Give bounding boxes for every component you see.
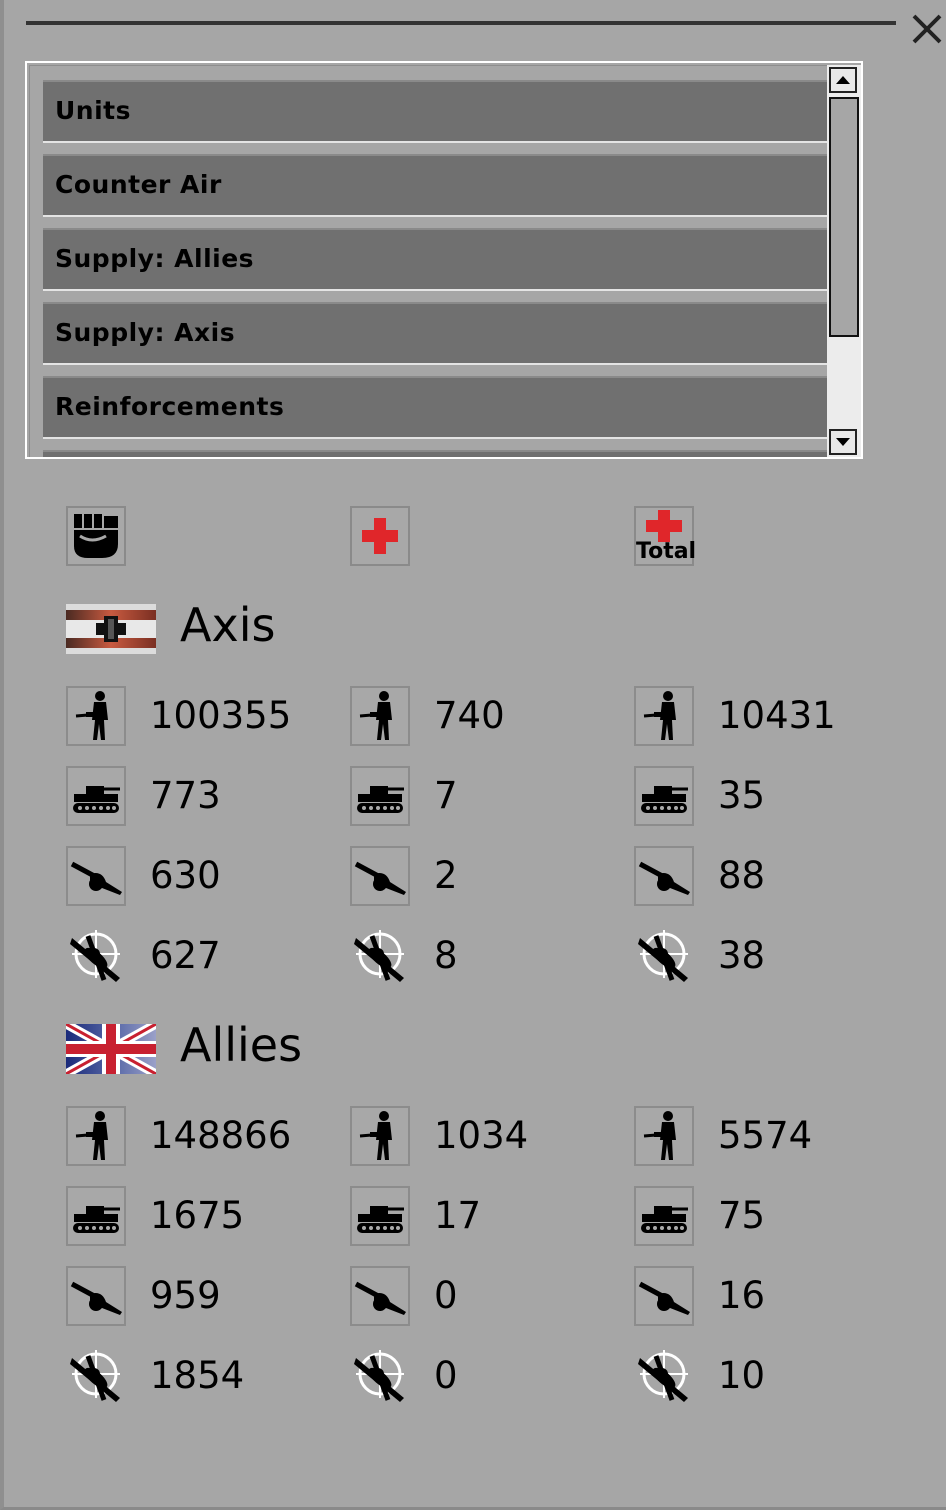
aircraft-icon <box>66 1346 126 1406</box>
tank-icon <box>350 1186 410 1246</box>
list-item-supply-allies[interactable]: Supply: Allies <box>43 228 829 291</box>
allies-tank-value-col1: 1675 <box>150 1194 245 1237</box>
aircraft-icon <box>350 926 410 986</box>
infantry-icon <box>634 686 694 746</box>
artillery-icon <box>66 1266 126 1326</box>
fist-icon <box>66 506 126 566</box>
faction-name-allies: Allies <box>180 1018 303 1072</box>
tank-icon <box>350 766 410 826</box>
allies-infantry-value-col2: 1034 <box>434 1114 529 1157</box>
close-icon[interactable] <box>906 8 946 48</box>
list-item-supply-axis[interactable]: Supply: Axis <box>43 302 829 365</box>
axis-artillery-value-col2: 2 <box>434 854 458 897</box>
infantry-icon <box>350 686 410 746</box>
axis-aircraft-value-col2: 8 <box>434 934 458 977</box>
iron-cross-flag-icon <box>66 604 156 654</box>
red-cross-icon <box>350 506 410 566</box>
tank-icon <box>66 1186 126 1246</box>
red-cross-total-icon: Total <box>634 506 697 566</box>
infantry-icon <box>66 686 126 746</box>
axis-aircraft-value-col1: 627 <box>150 934 221 977</box>
aircraft-icon <box>634 926 694 986</box>
statistics-panel: Units Counter Air Supply: Allies Supply:… <box>0 0 946 1510</box>
artillery-icon <box>634 846 694 906</box>
allies-aircraft-value-col1: 1854 <box>150 1354 245 1397</box>
union-jack-flag-icon <box>63 1020 159 1078</box>
infantry-icon <box>350 1106 410 1166</box>
allies-aircraft-value-col3: 10 <box>718 1354 766 1397</box>
artillery-icon <box>350 846 410 906</box>
allies-tank-value-col3: 75 <box>718 1194 766 1237</box>
axis-infantry-value-col3: 10431 <box>718 694 836 737</box>
list-item-units[interactable]: Units <box>43 80 829 143</box>
aircraft-icon <box>634 1346 694 1406</box>
category-list: Units Counter Air Supply: Allies Supply:… <box>25 61 863 459</box>
list-item-counter-air[interactable]: Counter Air <box>43 154 829 217</box>
axis-tank-value-col2: 7 <box>434 774 458 817</box>
allies-aircraft-value-col2: 0 <box>434 1354 458 1397</box>
allies-artillery-value-col1: 959 <box>150 1274 221 1317</box>
scroll-down-button[interactable] <box>829 429 857 455</box>
allies-infantry-value-col3: 5574 <box>718 1114 813 1157</box>
infantry-icon <box>634 1106 694 1166</box>
axis-artillery-value-col1: 630 <box>150 854 221 897</box>
scroll-up-button[interactable] <box>829 67 857 93</box>
allies-tank-value-col2: 17 <box>434 1194 482 1237</box>
panel-title-bar[interactable] <box>26 21 896 25</box>
artillery-icon <box>634 1266 694 1326</box>
list-scrollbar[interactable] <box>827 65 861 457</box>
tank-icon <box>66 766 126 826</box>
axis-artillery-value-col3: 88 <box>718 854 766 897</box>
category-list-viewport: Units Counter Air Supply: Allies Supply:… <box>29 65 829 457</box>
aircraft-icon <box>66 926 126 986</box>
axis-infantry-value-col1: 100355 <box>150 694 292 737</box>
artillery-icon <box>350 1266 410 1326</box>
axis-tank-value-col1: 773 <box>150 774 221 817</box>
faction-name-axis: Axis <box>180 598 276 652</box>
aircraft-icon <box>350 1346 410 1406</box>
arrow-up-icon <box>836 76 850 84</box>
allies-infantry-value-col1: 148866 <box>150 1114 292 1157</box>
axis-aircraft-value-col3: 38 <box>718 934 766 977</box>
axis-infantry-value-col2: 740 <box>434 694 505 737</box>
tank-icon <box>634 766 694 826</box>
scrollbar-thumb[interactable] <box>829 97 859 337</box>
tank-icon <box>634 1186 694 1246</box>
infantry-icon <box>66 1106 126 1166</box>
allies-artillery-value-col3: 16 <box>718 1274 766 1317</box>
allies-artillery-value-col2: 0 <box>434 1274 458 1317</box>
list-item-partial[interactable] <box>43 450 829 457</box>
arrow-down-icon <box>836 438 850 446</box>
total-label: Total <box>636 539 697 564</box>
axis-tank-value-col3: 35 <box>718 774 766 817</box>
artillery-icon <box>66 846 126 906</box>
list-item-reinforcements[interactable]: Reinforcements <box>43 376 829 439</box>
